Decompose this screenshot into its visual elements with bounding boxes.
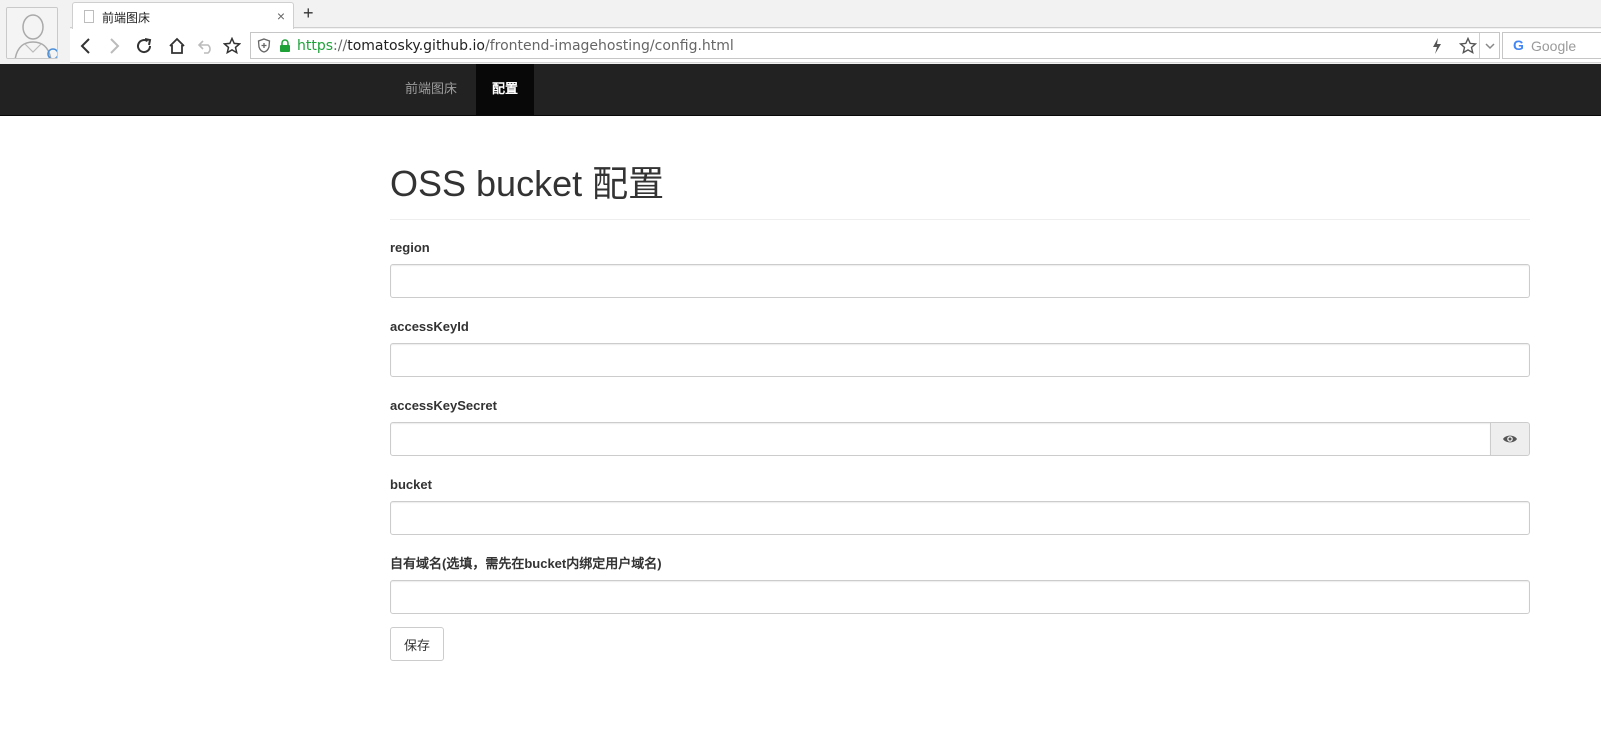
tab-close-icon[interactable]: × bbox=[277, 8, 285, 24]
chevron-down-icon bbox=[1484, 42, 1495, 49]
reload-icon bbox=[137, 38, 152, 54]
config-form: region accessKeyId accessKeySecret bucke… bbox=[390, 238, 1530, 633]
bucket-input[interactable] bbox=[390, 501, 1530, 535]
region-label: region bbox=[390, 240, 430, 255]
nav-item-config[interactable]: 配置 bbox=[476, 64, 534, 115]
undo-icon bbox=[197, 40, 211, 54]
favorite-star-icon[interactable] bbox=[1459, 37, 1477, 55]
main-container: OSS bucket 配置 region accessKeyId accessK… bbox=[390, 116, 1530, 661]
profile-avatar[interactable] bbox=[6, 7, 58, 59]
url-path: /frontend-imagehosting/config.html bbox=[484, 38, 734, 54]
form-group-bucket: bucket bbox=[390, 475, 1530, 554]
home-icon bbox=[169, 37, 185, 54]
new-tab-button[interactable]: + bbox=[303, 3, 314, 23]
reload-button[interactable] bbox=[132, 35, 156, 57]
tab-strip: 前端图床 × + bbox=[70, 0, 1601, 29]
tab-title: 前端图床 bbox=[102, 11, 151, 25]
title-divider bbox=[390, 219, 1530, 220]
back-button[interactable] bbox=[74, 35, 98, 57]
region-input[interactable] bbox=[390, 264, 1530, 298]
save-button[interactable]: 保存 bbox=[390, 627, 444, 661]
url-separator: :// bbox=[333, 38, 348, 54]
star-icon bbox=[223, 37, 241, 55]
undo-close-button[interactable] bbox=[194, 35, 218, 57]
search-placeholder: Google bbox=[1531, 38, 1577, 54]
shield-icon[interactable] bbox=[257, 38, 271, 53]
browser-tab[interactable]: 前端图床 × bbox=[72, 2, 294, 29]
form-group-access-key-id: accessKeyId bbox=[390, 317, 1530, 396]
user-silhouette-icon bbox=[7, 8, 57, 58]
toggle-visibility-button[interactable] bbox=[1490, 422, 1530, 456]
site-navbar: 前端图床 配置 bbox=[0, 64, 1601, 116]
forward-button[interactable] bbox=[102, 35, 126, 57]
search-box[interactable]: G Google bbox=[1502, 32, 1601, 59]
page-title: OSS bucket 配置 bbox=[390, 163, 665, 204]
page-icon bbox=[84, 10, 94, 23]
forward-arrow-icon bbox=[110, 38, 120, 54]
access-key-id-label: accessKeyId bbox=[390, 319, 469, 334]
address-dropdown-button[interactable] bbox=[1479, 33, 1499, 58]
access-key-secret-label: accessKeySecret bbox=[390, 398, 497, 413]
back-arrow-icon bbox=[80, 38, 90, 54]
home-button[interactable] bbox=[165, 35, 189, 57]
browser-toolbar: https://tomatosky.github.io/frontend-ima… bbox=[70, 29, 1601, 63]
form-group-region: region bbox=[390, 238, 1530, 317]
address-bar[interactable]: https://tomatosky.github.io/frontend-ima… bbox=[250, 32, 1500, 59]
custom-domain-input[interactable] bbox=[390, 580, 1530, 614]
access-key-id-input[interactable] bbox=[390, 343, 1530, 377]
url-text[interactable]: https://tomatosky.github.io/frontend-ima… bbox=[297, 38, 734, 54]
form-group-custom-domain: 自有域名(选填，需先在bucket内绑定用户域名) bbox=[390, 554, 1530, 633]
bookmark-button[interactable] bbox=[220, 35, 244, 57]
bucket-label: bucket bbox=[390, 477, 432, 492]
form-group-access-key-secret: accessKeySecret bbox=[390, 396, 1530, 475]
url-scheme: https bbox=[297, 38, 334, 54]
eye-icon bbox=[1503, 435, 1517, 443]
lock-icon[interactable] bbox=[279, 39, 291, 53]
custom-domain-label: 自有域名(选填，需先在bucket内绑定用户域名) bbox=[390, 556, 662, 571]
access-key-secret-input[interactable] bbox=[390, 422, 1491, 456]
google-logo-icon: G bbox=[1513, 37, 1524, 53]
lightning-icon[interactable] bbox=[1431, 37, 1443, 55]
browser-chrome: 前端图床 × + https://tomatosky.github.io/fro… bbox=[0, 0, 1601, 64]
url-host: tomatosky.github.io bbox=[347, 38, 485, 54]
navbar-brand-link[interactable]: 前端图床 bbox=[390, 64, 472, 115]
